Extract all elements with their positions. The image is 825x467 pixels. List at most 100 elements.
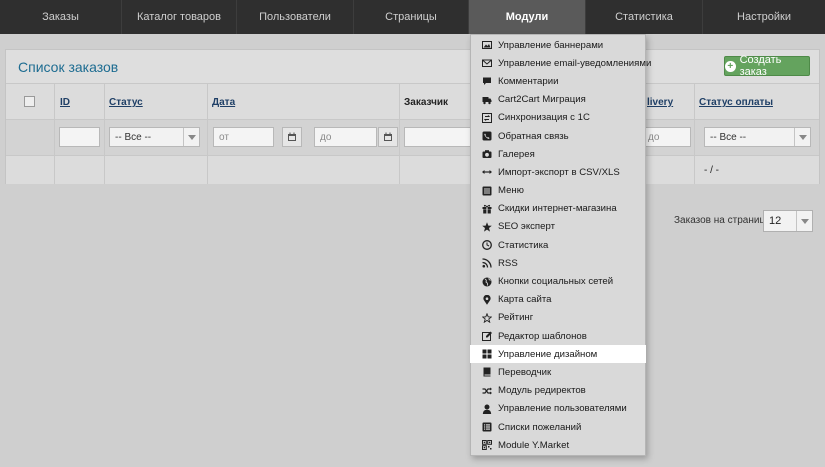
- menu-item-ymarket[interactable]: Module Y.Market: [471, 436, 645, 454]
- menu-item-label: Списки пожеланий: [498, 421, 582, 433]
- menu-item-rss[interactable]: RSS: [471, 254, 645, 272]
- truck-icon: [482, 95, 492, 105]
- menu-item-1c-sync[interactable]: Синхронизация с 1С: [471, 109, 645, 127]
- arrows-horizontal-icon: [482, 167, 492, 177]
- menu-item-comments[interactable]: Комментарии: [471, 72, 645, 90]
- per-page-label: Заказов на странице: [674, 215, 771, 226]
- menu-item-label: Кнопки социальных сетей: [498, 276, 614, 288]
- nav-modules[interactable]: Модули: [469, 0, 586, 34]
- orders-panel: Список заказов + Создать заказ ID Статус…: [5, 49, 820, 184]
- menu-item-label: Комментарии: [498, 75, 559, 87]
- menu-item-label: Модуль редиректов: [498, 385, 586, 397]
- menu-item-label: Cart2Cart Миграция: [498, 94, 586, 106]
- menu-item-label: Управление дизайном: [498, 348, 598, 360]
- clock-icon: [482, 240, 492, 251]
- random-icon: [482, 386, 492, 396]
- chevron-down-icon: [183, 128, 199, 146]
- calendar-icon[interactable]: [282, 127, 302, 147]
- menu-item-label: Управление баннерами: [498, 39, 604, 51]
- nav-users[interactable]: Пользователи: [237, 0, 354, 34]
- camera-icon: [482, 149, 492, 159]
- star-outline-icon: [482, 312, 492, 323]
- menu-item-user-management[interactable]: Управление пользователями: [471, 400, 645, 418]
- sync-icon: [482, 112, 492, 123]
- column-status[interactable]: Статус: [109, 97, 143, 108]
- menu-item-label: Module Y.Market: [498, 439, 570, 451]
- edit-icon: [482, 331, 492, 342]
- column-id[interactable]: ID: [60, 97, 70, 108]
- create-order-button[interactable]: + Создать заказ: [724, 54, 810, 78]
- delivery-filter-input[interactable]: до: [642, 127, 691, 147]
- menu-item-label: Управление пользователями: [498, 403, 627, 415]
- per-page-value: 12: [769, 215, 782, 227]
- chevron-down-icon: [796, 211, 812, 231]
- page-title: Список заказов: [18, 59, 119, 75]
- nav-settings[interactable]: Настройки: [703, 0, 825, 34]
- payment-status-value: - / -: [704, 165, 719, 176]
- book-icon: [482, 367, 492, 377]
- column-date[interactable]: Дата: [212, 97, 235, 108]
- calendar-icon[interactable]: [378, 127, 398, 147]
- menu-item-label: SEO эксперт: [498, 221, 555, 233]
- menu-item-banners[interactable]: Управление баннерами: [471, 36, 645, 54]
- payment-status-filter-select[interactable]: -- Все --: [704, 127, 811, 147]
- menu-item-import-export[interactable]: Импорт-экспорт в CSV/XLS: [471, 163, 645, 181]
- table-filter-row: -- Все -- от до до -- Все --: [6, 119, 819, 155]
- comment-icon: [482, 76, 492, 86]
- map-marker-icon: [482, 294, 492, 305]
- customer-filter-input[interactable]: [404, 127, 474, 147]
- nav-catalog[interactable]: Каталог товаров: [122, 0, 237, 34]
- per-page-select[interactable]: 12: [763, 210, 813, 232]
- menu-item-feedback[interactable]: Обратная связь: [471, 127, 645, 145]
- globe-icon: [482, 277, 492, 287]
- menu-item-rating[interactable]: Рейтинг: [471, 309, 645, 327]
- menu-item-label: Импорт-экспорт в CSV/XLS: [498, 166, 620, 178]
- rss-icon: [482, 258, 492, 268]
- column-customer: Заказчик: [404, 97, 449, 108]
- menu-item-discounts[interactable]: Скидки интернет-магазина: [471, 200, 645, 218]
- chevron-down-icon: [794, 128, 810, 146]
- menu-item-label: Обратная связь: [498, 130, 569, 142]
- menu-item-label: Управление email-уведомлениями: [498, 57, 652, 69]
- menu-item-wishlists[interactable]: Списки пожеланий: [471, 418, 645, 436]
- modules-dropdown-menu: Управление баннерами Управление email-ув…: [470, 34, 651, 456]
- status-filter-select[interactable]: -- Все --: [109, 127, 200, 147]
- menu-item-redirects[interactable]: Модуль редиректов: [471, 382, 645, 400]
- menu-item-design-management[interactable]: Управление дизайном: [470, 345, 646, 364]
- menu-item-email-notifications[interactable]: Управление email-уведомлениями: [471, 54, 651, 72]
- top-navigation: Заказы Каталог товаров Пользователи Стра…: [0, 0, 825, 34]
- select-all-checkbox[interactable]: [24, 96, 35, 107]
- table-header-row: ID Статус Дата Заказчик livery Статус оп…: [6, 83, 819, 119]
- date-from-input[interactable]: от: [213, 127, 274, 147]
- nav-statistics[interactable]: Статистика: [586, 0, 703, 34]
- menu-item-menu[interactable]: Меню: [471, 182, 645, 200]
- date-to-input[interactable]: до: [314, 127, 377, 147]
- nav-pages[interactable]: Страницы: [354, 0, 469, 34]
- orders-table: ID Статус Дата Заказчик livery Статус оп…: [6, 83, 819, 184]
- menu-item-label: Редактор шаблонов: [498, 330, 587, 342]
- id-filter-input[interactable]: [59, 127, 100, 147]
- menu-item-statistics[interactable]: Статистика: [471, 236, 645, 254]
- menu-item-label: Галерея: [498, 148, 535, 160]
- envelope-icon: [482, 58, 492, 68]
- user-icon: [482, 404, 492, 414]
- table-row: - / -: [6, 155, 819, 184]
- menu-item-cart2cart[interactable]: Cart2Cart Миграция: [471, 91, 645, 109]
- menu-item-seo-expert[interactable]: SEO эксперт: [471, 218, 645, 236]
- menu-item-gallery[interactable]: Галерея: [471, 145, 645, 163]
- plus-icon: +: [725, 60, 736, 72]
- column-delivery[interactable]: livery: [647, 97, 673, 108]
- create-order-label: Создать заказ: [739, 54, 782, 78]
- payment-filter-value: -- Все --: [710, 132, 747, 143]
- menu-item-label: Меню: [498, 185, 524, 197]
- nav-orders[interactable]: Заказы: [0, 0, 122, 34]
- column-payment-status[interactable]: Статус оплаты: [699, 97, 773, 108]
- phone-icon: [482, 131, 492, 141]
- menu-item-social-buttons[interactable]: Кнопки социальных сетей: [471, 272, 645, 290]
- menu-item-template-editor[interactable]: Редактор шаблонов: [471, 327, 645, 345]
- menu-item-sitemap[interactable]: Карта сайта: [471, 291, 645, 309]
- menu-item-translator[interactable]: Переводчик: [471, 363, 645, 381]
- menu-item-label: RSS: [498, 257, 518, 269]
- gift-icon: [482, 204, 492, 214]
- menu-item-label: Статистика: [498, 239, 549, 251]
